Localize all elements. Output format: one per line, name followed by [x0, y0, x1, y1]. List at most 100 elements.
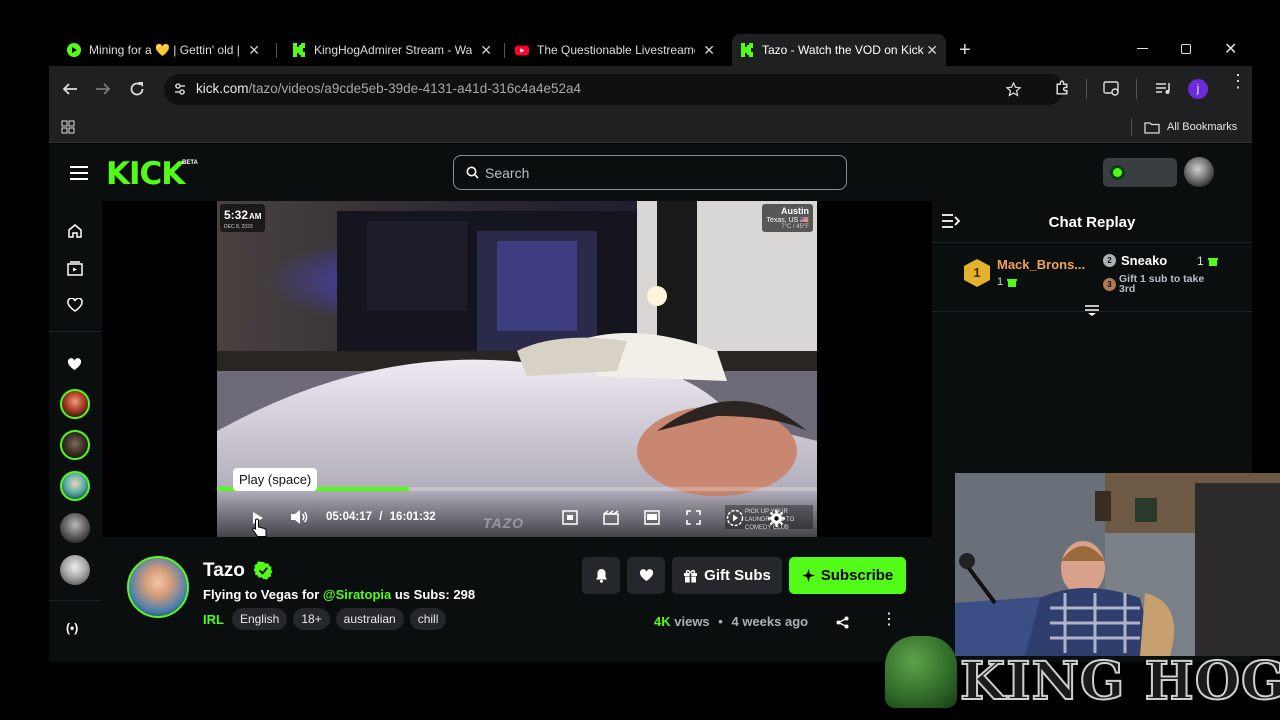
time-total: 16:01:32 — [389, 511, 436, 523]
tab-2[interactable]: The Questionable Livestreamer ✕ — [515, 34, 715, 66]
king-hog-banner: KING HOG — [885, 636, 1280, 720]
new-tab-button[interactable]: + — [959, 39, 971, 62]
stats-dot: • — [718, 614, 723, 629]
video-stats: 4K views • 4 weeks ago — [654, 614, 808, 629]
followed-channel-avatar[interactable] — [60, 555, 90, 585]
tab-0[interactable]: Mining for a 💛 | Gettin' old | W ✕ — [67, 34, 260, 66]
apps-grid-icon[interactable] — [61, 120, 75, 134]
tag-pill[interactable]: australian — [335, 608, 404, 630]
banner-text: KING HOG — [959, 651, 1280, 713]
tab-strip: Mining for a 💛 | Gettin' old | W ✕ KingH… — [49, 34, 1252, 66]
category-link[interactable]: IRL — [203, 612, 224, 627]
kick-logo[interactable]: KICK BETA — [106, 156, 198, 192]
home-icon[interactable] — [67, 223, 83, 239]
fullscreen-icon[interactable] — [686, 510, 701, 525]
tab-search-icon[interactable] — [1103, 81, 1121, 97]
bookmark-star-icon[interactable] — [1006, 82, 1021, 97]
address-bar[interactable]: kick.com/tazo/videos/a9cde5eb-39de-4131-… — [164, 74, 1064, 105]
location-region: Texas, US 🇺🇸 — [766, 217, 809, 224]
clip-icon[interactable] — [603, 510, 619, 525]
browser-menu-icon[interactable]: ⋮ — [1229, 72, 1247, 90]
stream-clock: 5:32AM DEC 8, 2023 — [220, 204, 266, 232]
reload-icon[interactable] — [129, 81, 145, 97]
profile-initial: j — [1196, 83, 1200, 95]
forward-arrow-icon[interactable] — [95, 81, 111, 97]
channel-name[interactable]: Tazo — [203, 560, 245, 582]
verified-badge-icon — [254, 561, 273, 580]
gift-subs-button[interactable]: Gift Subs — [672, 557, 782, 594]
settings-gear-icon[interactable] — [768, 510, 785, 527]
following-heart-icon[interactable] — [67, 298, 83, 312]
followed-channel-avatar[interactable] — [60, 471, 90, 501]
tag-pill[interactable]: 18+ — [293, 608, 330, 630]
frog-mascot-icon — [885, 636, 957, 708]
time-current: 05:04:17 — [326, 511, 373, 523]
playback-speed-icon[interactable] — [726, 509, 744, 527]
title-mention-link[interactable]: @Siratopia — [323, 587, 391, 602]
left-sidebar: (•) — [49, 200, 101, 662]
subscribe-button[interactable]: Subscribe — [789, 557, 906, 594]
bell-icon — [595, 569, 607, 583]
tab-3-active[interactable]: Tazo - Watch the VOD on Kick ✕ — [732, 34, 946, 66]
close-tab-icon[interactable]: ✕ — [480, 42, 492, 59]
tag-pill[interactable]: chill — [409, 608, 447, 630]
clock-date: DEC 8, 2023 — [224, 224, 253, 230]
minimize-button[interactable] — [1137, 48, 1148, 49]
heart-icon — [639, 569, 653, 582]
kick-coin-icon — [1110, 165, 1125, 180]
channel-avatar[interactable] — [127, 556, 189, 618]
close-tab-icon[interactable]: ✕ — [703, 42, 715, 59]
mouse-cursor-icon — [252, 518, 267, 537]
restore-button[interactable] — [1181, 44, 1191, 54]
browse-icon[interactable] — [67, 261, 83, 276]
kick-toggle-button[interactable] — [1103, 158, 1177, 187]
followed-channel-avatar[interactable] — [60, 513, 90, 543]
time-ago: 4 weeks ago — [731, 614, 809, 629]
share-icon[interactable] — [836, 616, 849, 629]
close-tab-icon[interactable]: ✕ — [926, 42, 938, 59]
tag-pill[interactable]: English — [231, 608, 288, 630]
more-options-icon[interactable]: ⋮ — [881, 612, 897, 628]
browser-toolbar: kick.com/tazo/videos/a9cde5eb-39de-4131-… — [49, 66, 1252, 112]
second-name[interactable]: Sneako — [1121, 253, 1167, 268]
followed-channel-avatar[interactable] — [60, 430, 90, 460]
site-info-icon[interactable] — [173, 82, 187, 96]
follow-heart-button[interactable] — [627, 557, 665, 594]
time-display: 05:04:17 / 16:01:32 — [326, 511, 436, 523]
tab-title: KingHogAdmirer Stream - Watc — [314, 43, 472, 57]
search-box[interactable]: Search — [453, 155, 847, 190]
favorites-heart-icon — [67, 358, 82, 371]
volume-icon[interactable] — [290, 509, 308, 525]
close-tab-icon[interactable]: ✕ — [248, 42, 260, 59]
leader-name[interactable]: Mack_Brons... — [997, 257, 1085, 272]
rank-2-number: 2 — [1107, 256, 1112, 265]
tab-title: Tazo - Watch the VOD on Kick — [762, 43, 924, 57]
subscribe-label: Subscribe — [820, 567, 894, 584]
user-avatar[interactable] — [1184, 157, 1214, 187]
picture-in-picture-icon[interactable] — [562, 510, 578, 525]
folder-icon[interactable] — [1144, 121, 1160, 134]
search-placeholder: Search — [485, 165, 530, 181]
expand-leaderboard-icon[interactable] — [1085, 305, 1099, 317]
menu-hamburger-icon[interactable] — [70, 166, 88, 180]
all-bookmarks[interactable]: All Bookmarks — [1167, 121, 1237, 133]
back-arrow-icon[interactable] — [62, 81, 78, 97]
logo-beta-badge: BETA — [182, 160, 198, 166]
tab-1[interactable]: KingHogAdmirer Stream - Watc ✕ — [292, 34, 492, 66]
live-broadcast-icon[interactable]: (•) — [66, 621, 78, 635]
extensions-puzzle-icon[interactable] — [1054, 80, 1071, 97]
kick-k-icon — [293, 43, 305, 57]
profile-avatar[interactable]: j — [1188, 79, 1208, 99]
chat-title: Chat Replay — [1048, 214, 1136, 231]
video-player[interactable]: 5:32AM DEC 8, 2023 Austin Texas, US 🇺🇸 7… — [102, 201, 932, 537]
sparkle-icon — [801, 569, 815, 582]
gift-icon — [684, 569, 698, 583]
close-window-button[interactable]: ✕ — [1224, 39, 1237, 59]
time-separator: / — [379, 511, 383, 523]
media-queue-icon[interactable] — [1155, 81, 1172, 96]
notification-bell-button[interactable] — [582, 557, 620, 594]
theater-mode-icon[interactable] — [644, 510, 660, 525]
category-tags: IRL English 18+ australian chill — [203, 608, 452, 630]
followed-channel-avatar[interactable] — [60, 389, 90, 419]
leader-count: 1 — [997, 276, 1018, 288]
